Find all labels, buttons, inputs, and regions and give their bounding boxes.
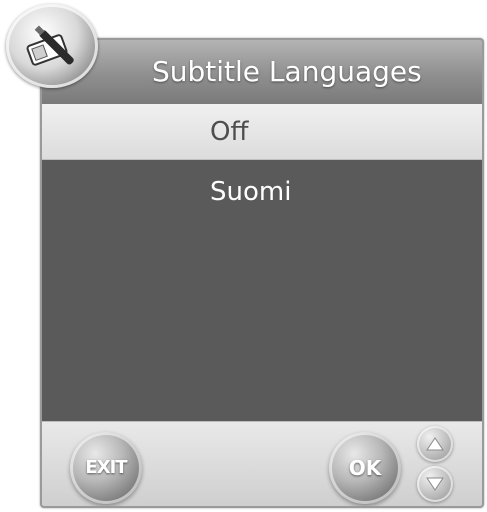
settings-tools-icon <box>6 4 98 88</box>
subtitle-language-list: Off Suomi <box>42 104 482 422</box>
dialog-header: Subtitle Languages <box>42 40 482 105</box>
list-item-off[interactable]: Off <box>42 104 482 160</box>
down-button[interactable] <box>417 466 453 502</box>
subtitle-languages-dialog: Subtitle Languages Off Suomi EXIT OK <box>40 38 484 508</box>
list-item-label: Suomi <box>210 177 292 207</box>
exit-button[interactable]: EXIT <box>70 432 142 504</box>
dialog-footer: EXIT OK <box>42 421 482 506</box>
arrow-down-icon <box>426 477 444 491</box>
ok-button[interactable]: OK <box>329 432 401 504</box>
up-button[interactable] <box>417 426 453 462</box>
arrow-up-icon <box>426 437 444 451</box>
dialog-title: Subtitle Languages <box>152 55 422 88</box>
list-item-label: Off <box>210 117 249 147</box>
list-item-suomi[interactable]: Suomi <box>42 160 482 224</box>
